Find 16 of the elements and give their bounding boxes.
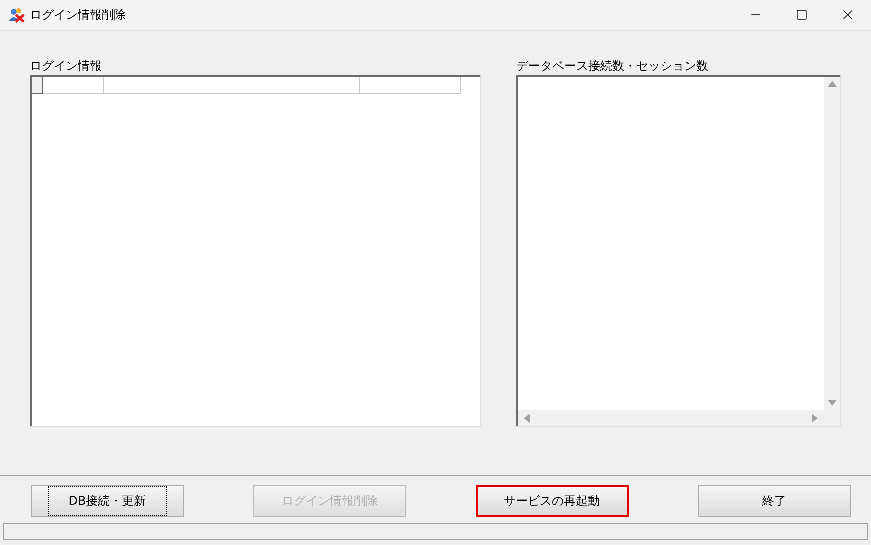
scroll-down-icon[interactable] (828, 400, 836, 406)
action-button[interactable]: 終了 (698, 485, 851, 517)
window-title: ログイン情報削除 (30, 7, 126, 24)
list-box[interactable] (516, 75, 841, 427)
action-button[interactable]: DB接続・更新 (31, 485, 184, 517)
scroll-right-icon[interactable] (812, 414, 818, 422)
panel-label: データベース接続数・セッション数 (516, 58, 710, 75)
users-delete-icon (9, 7, 25, 23)
scroll-left-icon[interactable] (524, 414, 530, 422)
action-button[interactable]: サービスの再起動 (476, 485, 629, 517)
column-header[interactable] (32, 77, 43, 94)
scroll-up-icon[interactable] (828, 81, 836, 87)
vertical-scrollbar[interactable] (824, 77, 840, 410)
maximize-icon[interactable] (796, 9, 808, 21)
panel-label: ログイン情報 (30, 58, 103, 75)
horizontal-scrollbar[interactable] (518, 410, 824, 426)
